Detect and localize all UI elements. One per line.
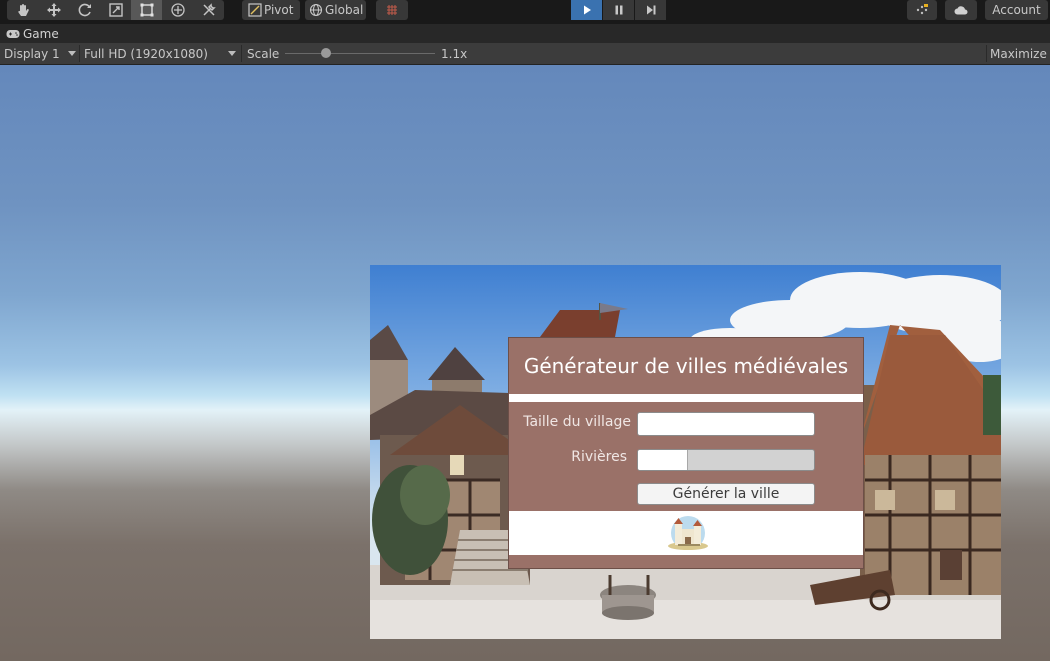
display-dropdown[interactable]: Display 1 [4,43,78,64]
tab-game[interactable]: Game [0,24,65,44]
rivers-label: Rivières [571,449,627,465]
scale-icon [108,3,123,17]
scale-label: Scale [247,46,280,61]
main-toolbar: Pivot Global Account [0,0,1050,22]
game-view[interactable]: Générateur de villes médiévales Taille d… [0,65,1050,661]
step-button[interactable] [635,0,666,20]
hand-icon [17,4,29,16]
separator [241,45,242,62]
pause-button[interactable] [603,0,634,20]
chevron-down-icon [228,51,236,56]
pivot-icon [248,3,262,17]
grid-snap-button[interactable] [376,0,408,20]
title-divider [509,394,863,402]
rotate-icon [78,3,91,17]
transform-tool-button[interactable] [162,0,193,20]
rivers-slider-handle[interactable] [638,450,688,470]
village-size-label: Taille du village [523,414,631,430]
window-tab-bar: Game [0,24,1050,45]
scale-tool-button[interactable] [100,0,131,20]
rect-tool-button[interactable] [131,0,162,20]
account-label: Account [992,3,1041,17]
grid-snap-icon [387,5,397,15]
pause-icon [615,5,622,15]
resolution-dropdown[interactable]: Full HD (1920x1080) [84,43,240,64]
city-generator-dialog: Générateur de villes médiévales Taille d… [508,337,864,569]
display-dropdown-label: Display 1 [4,46,60,61]
gamepad-icon [6,30,20,38]
transform-tool-group [7,0,224,20]
cloud-icon [954,6,968,15]
separator [986,45,987,62]
castle-logo-icon [668,516,708,550]
cloud-services-button[interactable] [945,0,977,20]
transform-icon [170,3,185,17]
custom-tool-button[interactable] [193,0,224,20]
pivot-toggle-button[interactable]: Pivot [242,0,300,20]
generate-city-button[interactable]: Générer la ville [637,483,815,505]
scale-value: 1.1x [441,46,468,61]
move-tool-button[interactable] [38,0,69,20]
rivers-slider[interactable] [637,449,815,471]
account-button[interactable]: Account [985,0,1048,20]
village-size-input[interactable] [637,412,815,436]
global-label: Global [325,3,364,17]
play-button[interactable] [571,0,602,20]
move-icon [46,3,61,17]
scale-slider-track[interactable] [285,53,435,54]
step-icon [646,5,655,15]
resolution-dropdown-label: Full HD (1920x1080) [84,46,208,61]
collab-icon [916,4,928,15]
chevron-down-icon [68,51,76,56]
scale-slider-thumb[interactable] [321,48,331,58]
pivot-label: Pivot [264,3,294,17]
globe-icon [309,3,323,17]
maximize-on-play-button[interactable]: Maximize On Play [990,43,1050,64]
dialog-title: Générateur de villes médiévales [523,354,849,378]
game-view-control-bar: Display 1 Full HD (1920x1080) Scale 1.1x… [0,43,1050,65]
separator [79,45,80,62]
rotate-tool-button[interactable] [69,0,100,20]
tools-icon [202,3,216,16]
playback-controls [571,0,667,20]
global-toggle-button[interactable]: Global [305,0,366,20]
tab-game-label: Game [23,27,59,41]
collab-button[interactable] [907,0,937,20]
hand-tool-button[interactable] [7,0,38,20]
play-icon [583,5,591,15]
rect-transform-icon [140,3,153,17]
